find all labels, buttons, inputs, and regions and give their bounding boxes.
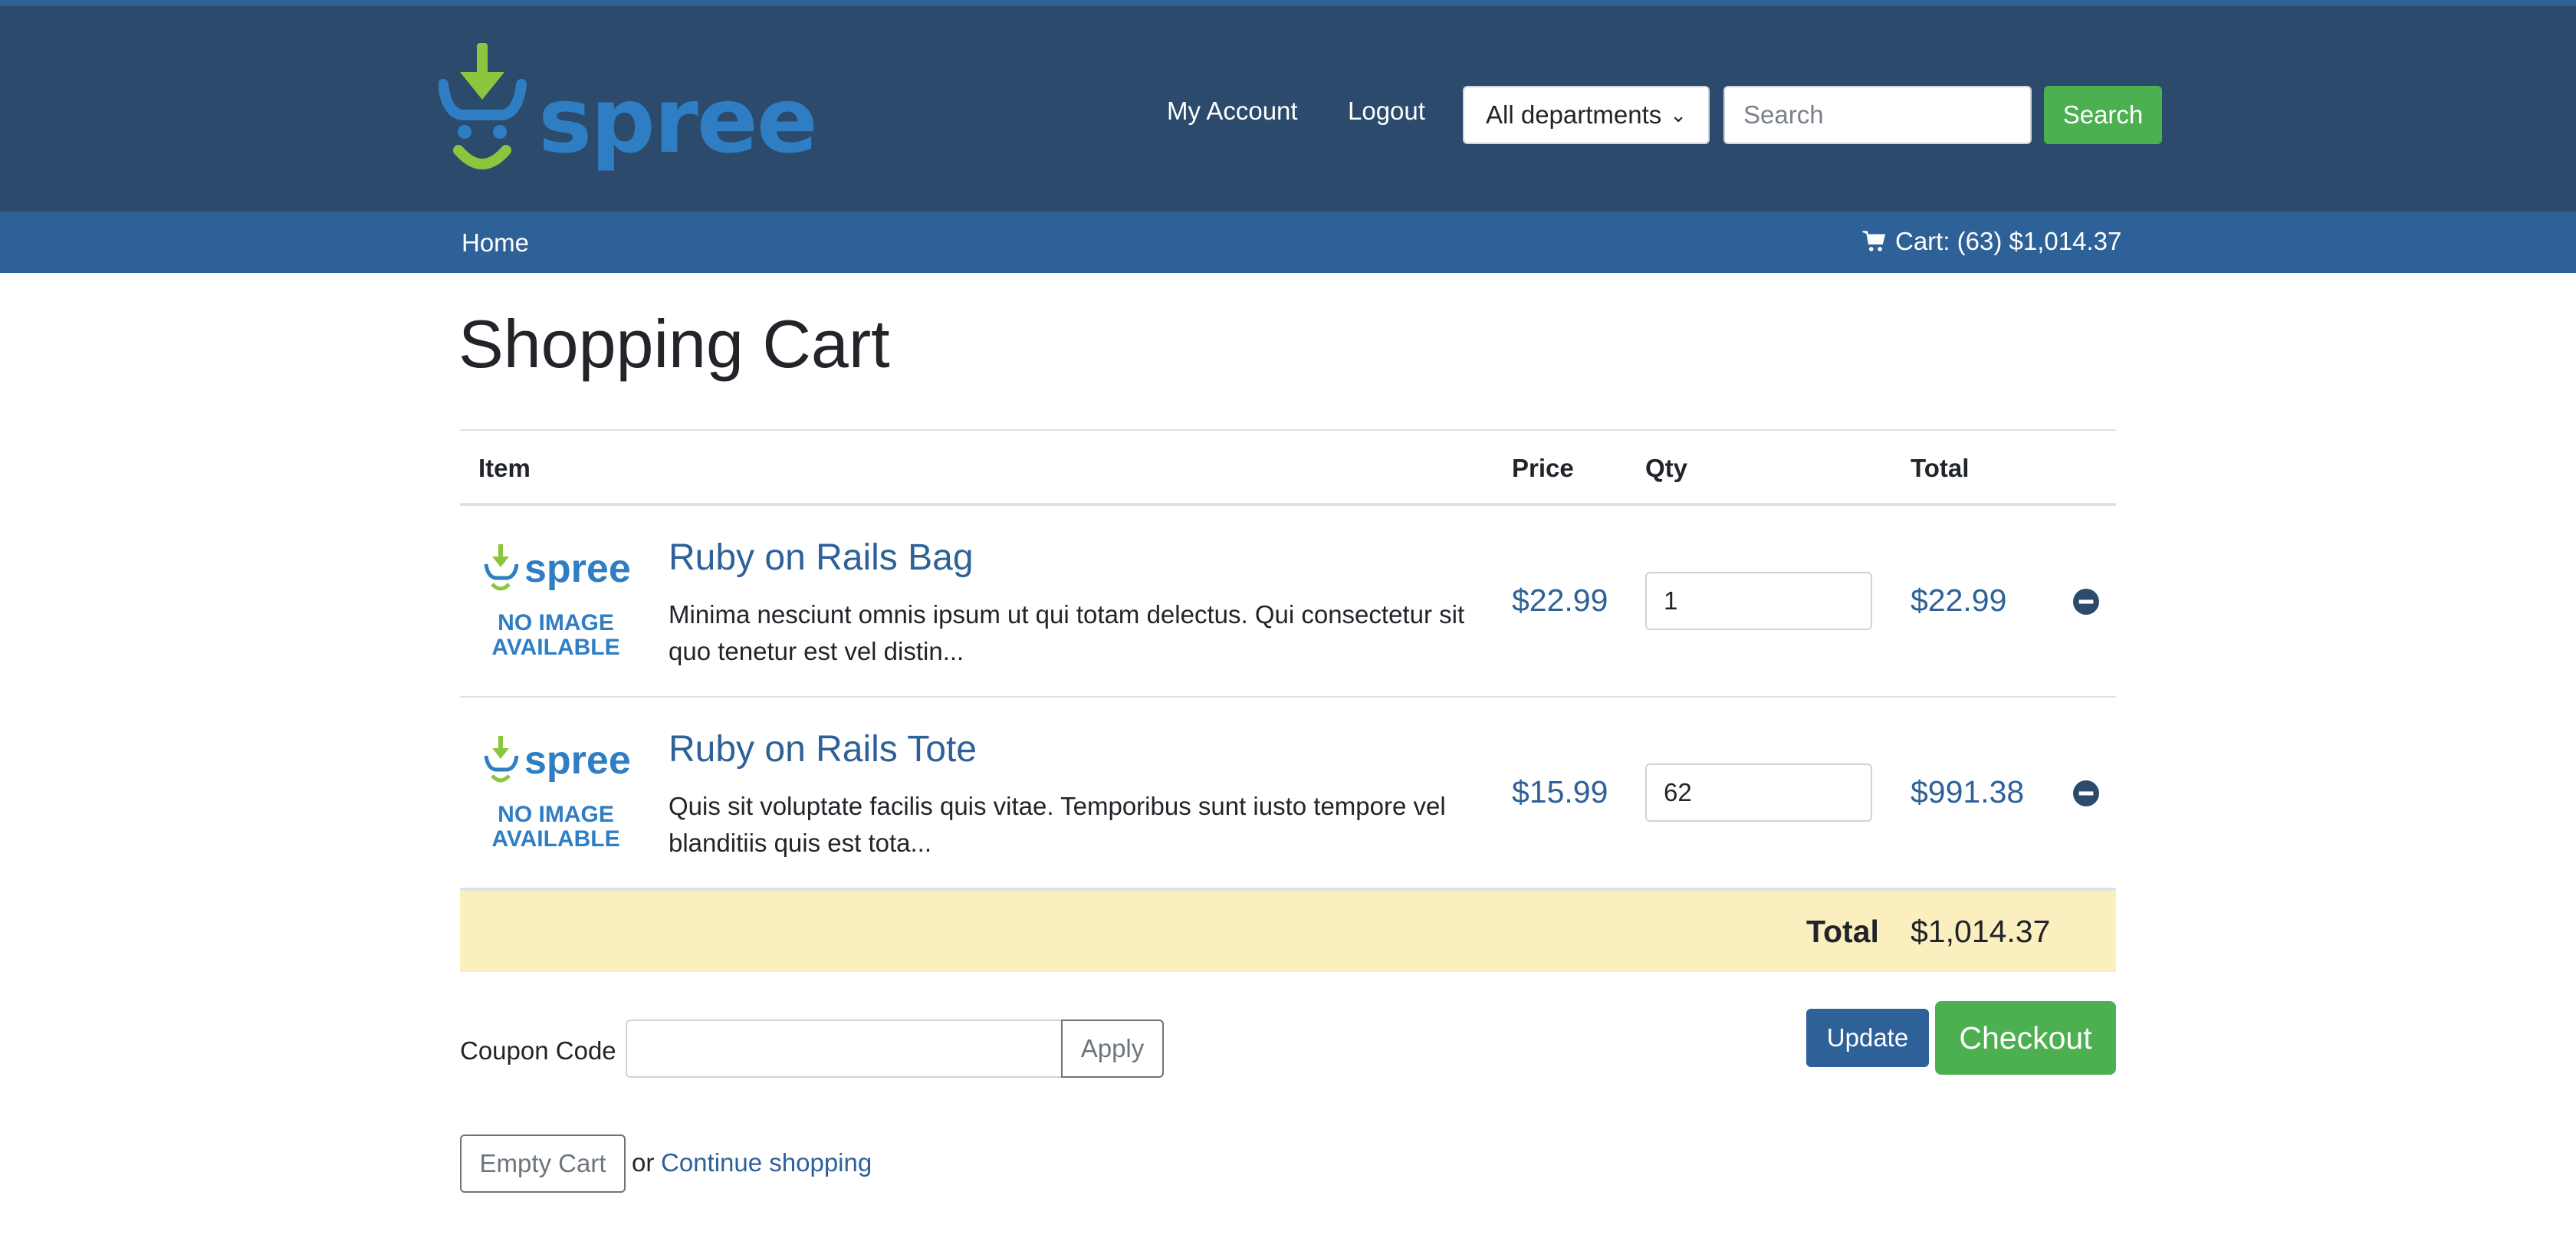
header-price: Price xyxy=(1512,454,1574,482)
coupon-code-label: Coupon Code xyxy=(460,1036,616,1065)
item-title-link[interactable]: Ruby on Rails Tote xyxy=(669,728,977,770)
thumb-logo-text: spree xyxy=(524,738,631,783)
header-qty: Qty xyxy=(1645,454,1688,482)
department-selected-value: All departments xyxy=(1486,100,1662,129)
total-value: $1,014.37 xyxy=(1911,914,2051,949)
chevron-down-icon: ⌄ xyxy=(1670,103,1687,126)
item-description: Minima nesciunt omnis ipsum ut qui totam… xyxy=(669,600,1465,665)
remove-icon[interactable] xyxy=(2073,589,2099,615)
thumb-line1: NO IMAGE xyxy=(498,802,614,827)
thumb-line2: AVAILABLE xyxy=(491,826,620,852)
quantity-input[interactable]: 62 xyxy=(1645,763,1872,822)
header-item: Item xyxy=(478,454,531,482)
update-button[interactable]: Update xyxy=(1806,1009,1929,1067)
spree-logo[interactable]: spree xyxy=(439,38,818,176)
spree-logo-icon xyxy=(439,43,527,169)
logo-text: spree xyxy=(538,67,818,173)
main-navbar: Home Cart: (63) $1,014.37 xyxy=(0,212,2576,273)
cart-row: spree NO IMAGE AVAILABLE Ruby on Rails B… xyxy=(460,506,2116,698)
no-image-thumbnail[interactable]: spree NO IMAGE AVAILABLE xyxy=(480,733,633,855)
item-title-link[interactable]: Ruby on Rails Bag xyxy=(669,537,974,579)
header-total: Total xyxy=(1911,454,1970,482)
no-image-thumbnail[interactable]: spree NO IMAGE AVAILABLE xyxy=(480,541,633,664)
thumb-logo-text: spree xyxy=(524,547,631,591)
or-text: or xyxy=(632,1148,655,1177)
empty-cart-button[interactable]: Empty Cart xyxy=(460,1134,626,1193)
cart-icon xyxy=(1862,231,1886,251)
quantity-input[interactable]: 1 xyxy=(1645,572,1872,630)
search-placeholder: Search xyxy=(1743,100,1824,129)
continue-shopping-link[interactable]: Continue shopping xyxy=(661,1148,872,1177)
search-button[interactable]: Search xyxy=(2044,86,2162,144)
checkout-button[interactable]: Checkout xyxy=(1935,1001,2116,1075)
thumb-line1: NO IMAGE xyxy=(498,610,614,635)
top-accent-strip xyxy=(0,0,2576,6)
home-link[interactable]: Home xyxy=(462,228,529,258)
cart-total-row: Total $1,014.37 xyxy=(460,889,2116,972)
line-total: $22.99 xyxy=(1911,583,2007,618)
item-price: $22.99 xyxy=(1512,583,1608,618)
cart-table-header: Item Price Qty Total xyxy=(460,429,2116,506)
my-account-link[interactable]: My Account xyxy=(1167,97,1298,126)
page-title: Shopping Cart xyxy=(458,306,890,382)
total-label: Total xyxy=(1806,914,1879,949)
cart-link[interactable]: Cart: (63) $1,014.37 xyxy=(1861,227,2121,256)
item-description: Quis sit voluptate facilis quis vitae. T… xyxy=(669,792,1446,857)
apply-coupon-button[interactable]: Apply xyxy=(1061,1020,1164,1078)
logout-link[interactable]: Logout xyxy=(1348,97,1425,126)
search-input[interactable]: Search xyxy=(1723,86,2032,144)
site-header: spree My Account Logout All departments … xyxy=(0,6,2576,212)
cart-row: spree NO IMAGE AVAILABLE Ruby on Rails T… xyxy=(460,698,2116,889)
cart-table: Item Price Qty Total spree NO IMAGE AVAI… xyxy=(460,429,2116,972)
remove-icon[interactable] xyxy=(2073,780,2099,806)
line-total: $991.38 xyxy=(1911,774,2025,809)
thumb-line2: AVAILABLE xyxy=(491,635,620,660)
coupon-code-input[interactable] xyxy=(626,1020,1063,1078)
item-price: $15.99 xyxy=(1512,774,1608,809)
department-select[interactable]: All departments ⌄ xyxy=(1463,86,1710,144)
cart-summary: Cart: (63) $1,014.37 xyxy=(1895,227,2122,255)
